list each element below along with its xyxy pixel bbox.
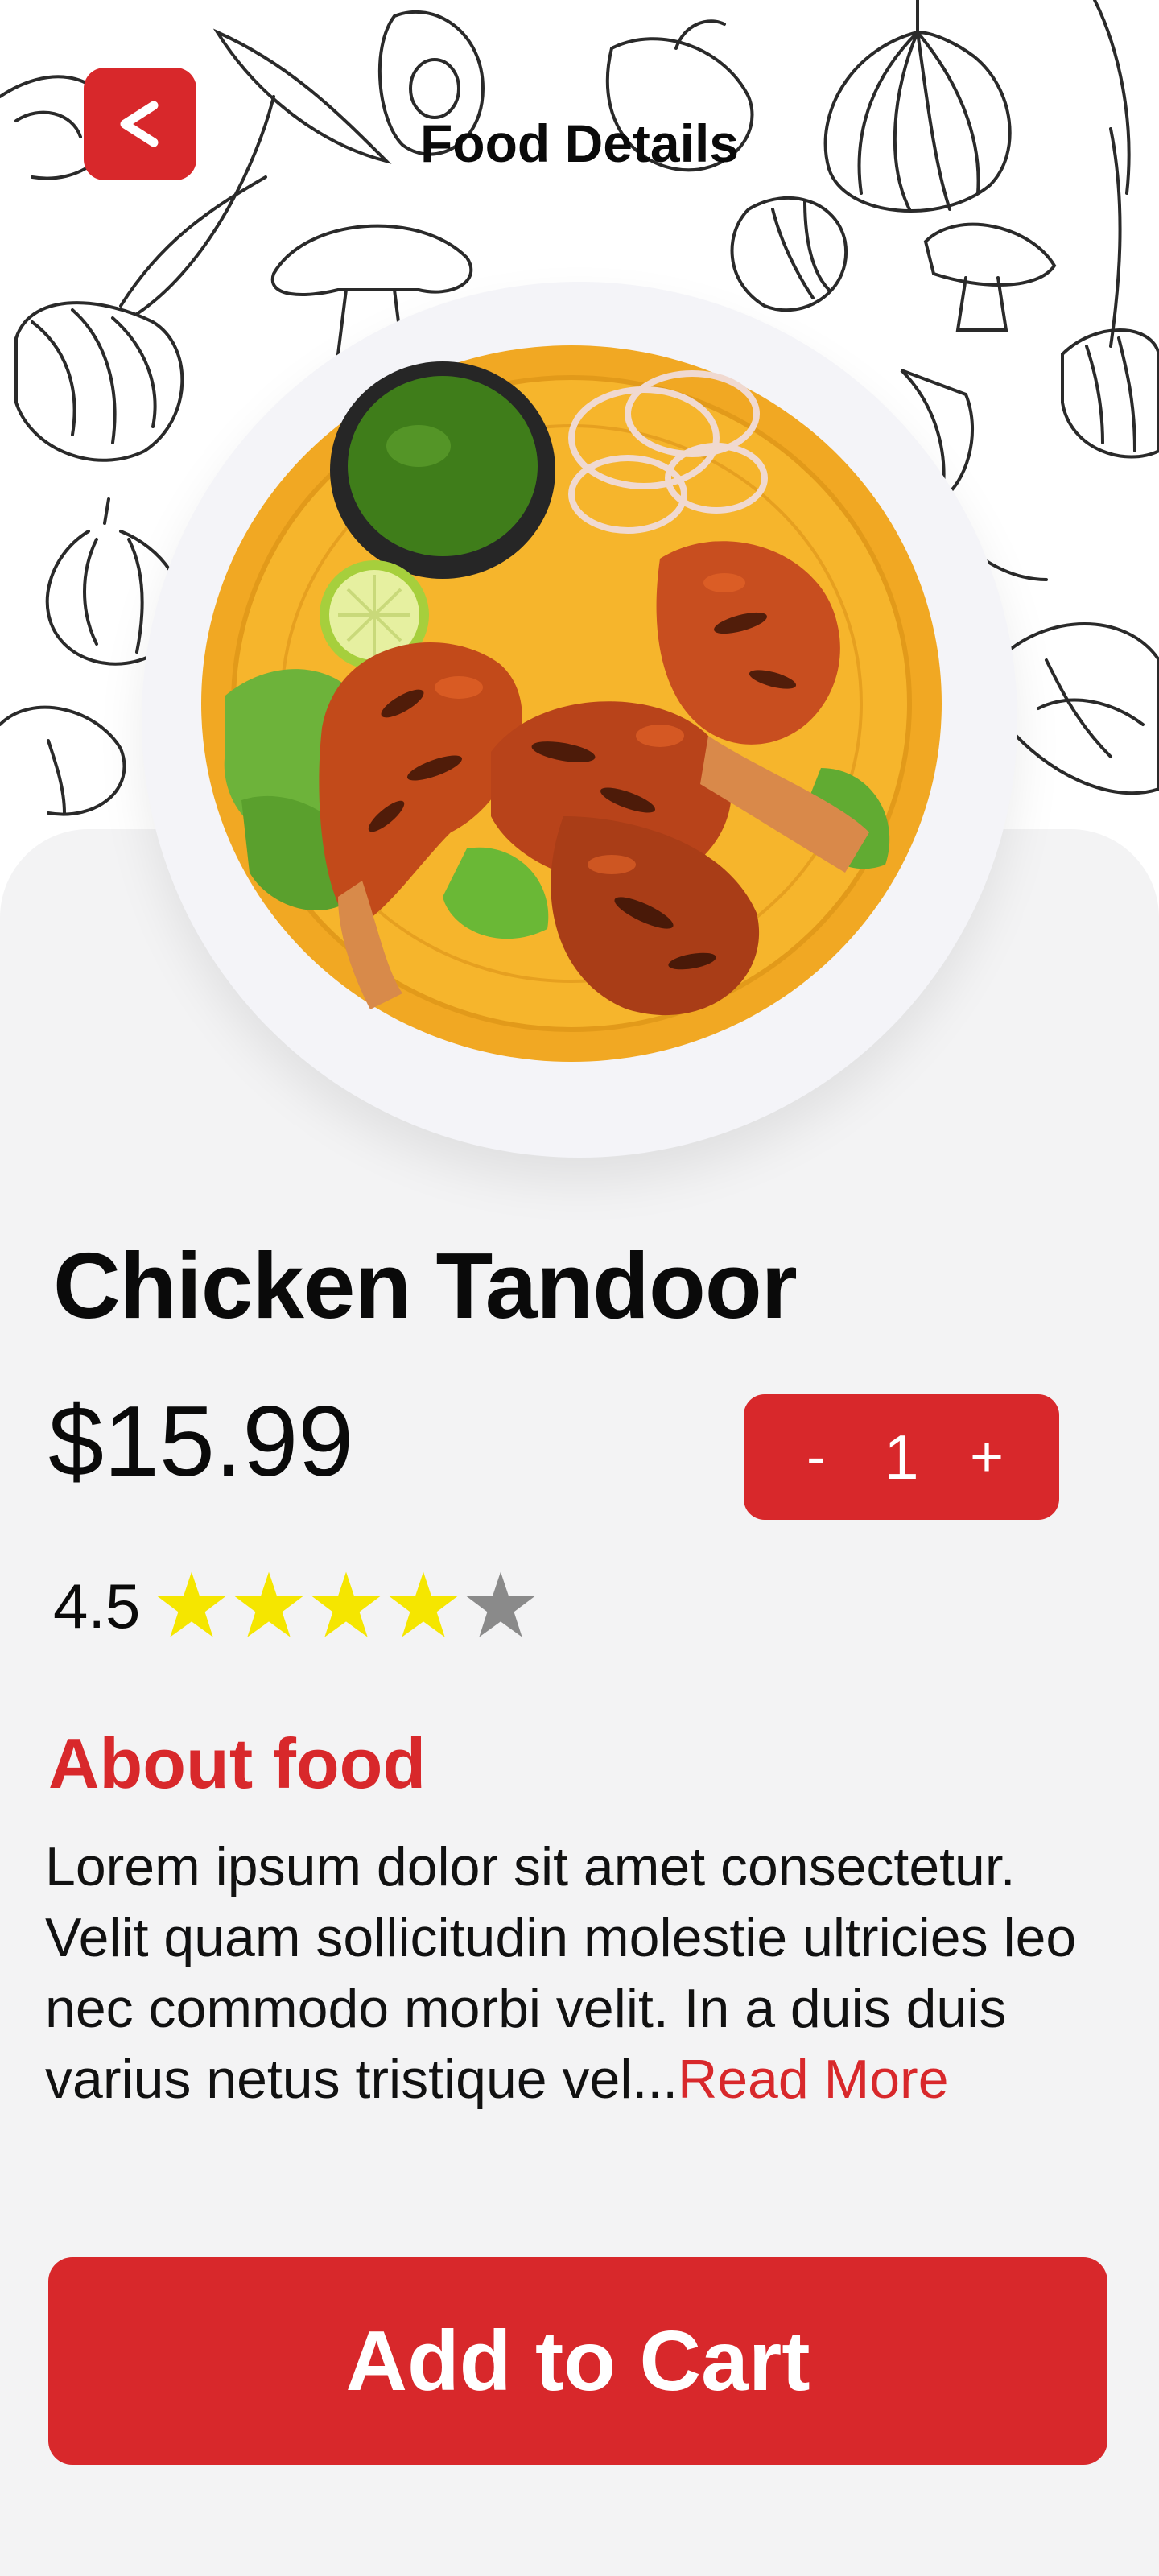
increment-button[interactable]: + xyxy=(963,1424,1011,1490)
food-price: $15.99 xyxy=(48,1386,354,1497)
star-empty-icon xyxy=(467,1571,535,1637)
tandoori-chicken-plate-icon xyxy=(201,345,942,1062)
about-heading: About food xyxy=(48,1724,427,1803)
food-image xyxy=(142,282,1017,1158)
star-filled-icon xyxy=(158,1571,226,1637)
star-filled-icon xyxy=(235,1571,303,1637)
rating: 4.5 xyxy=(53,1562,541,1650)
page-title: Food Details xyxy=(419,114,740,173)
star-filled-icon xyxy=(390,1571,458,1637)
decrement-button[interactable]: - xyxy=(792,1424,840,1490)
food-name: Chicken Tandoor xyxy=(53,1233,798,1338)
about-text: Lorem ipsum dolor sit amet consectetur. … xyxy=(45,1831,1124,2115)
onion-doodle-icon xyxy=(823,0,1012,213)
rating-value: 4.5 xyxy=(53,1570,141,1641)
star-filled-icon xyxy=(312,1571,381,1637)
rating-stars xyxy=(155,1569,541,1643)
quantity-value: 1 xyxy=(884,1421,919,1492)
add-to-cart-button[interactable]: Add to Cart xyxy=(48,2257,1107,2465)
quantity-stepper: - 1 + xyxy=(744,1394,1059,1520)
read-more-link[interactable]: Read More xyxy=(678,2049,948,2110)
